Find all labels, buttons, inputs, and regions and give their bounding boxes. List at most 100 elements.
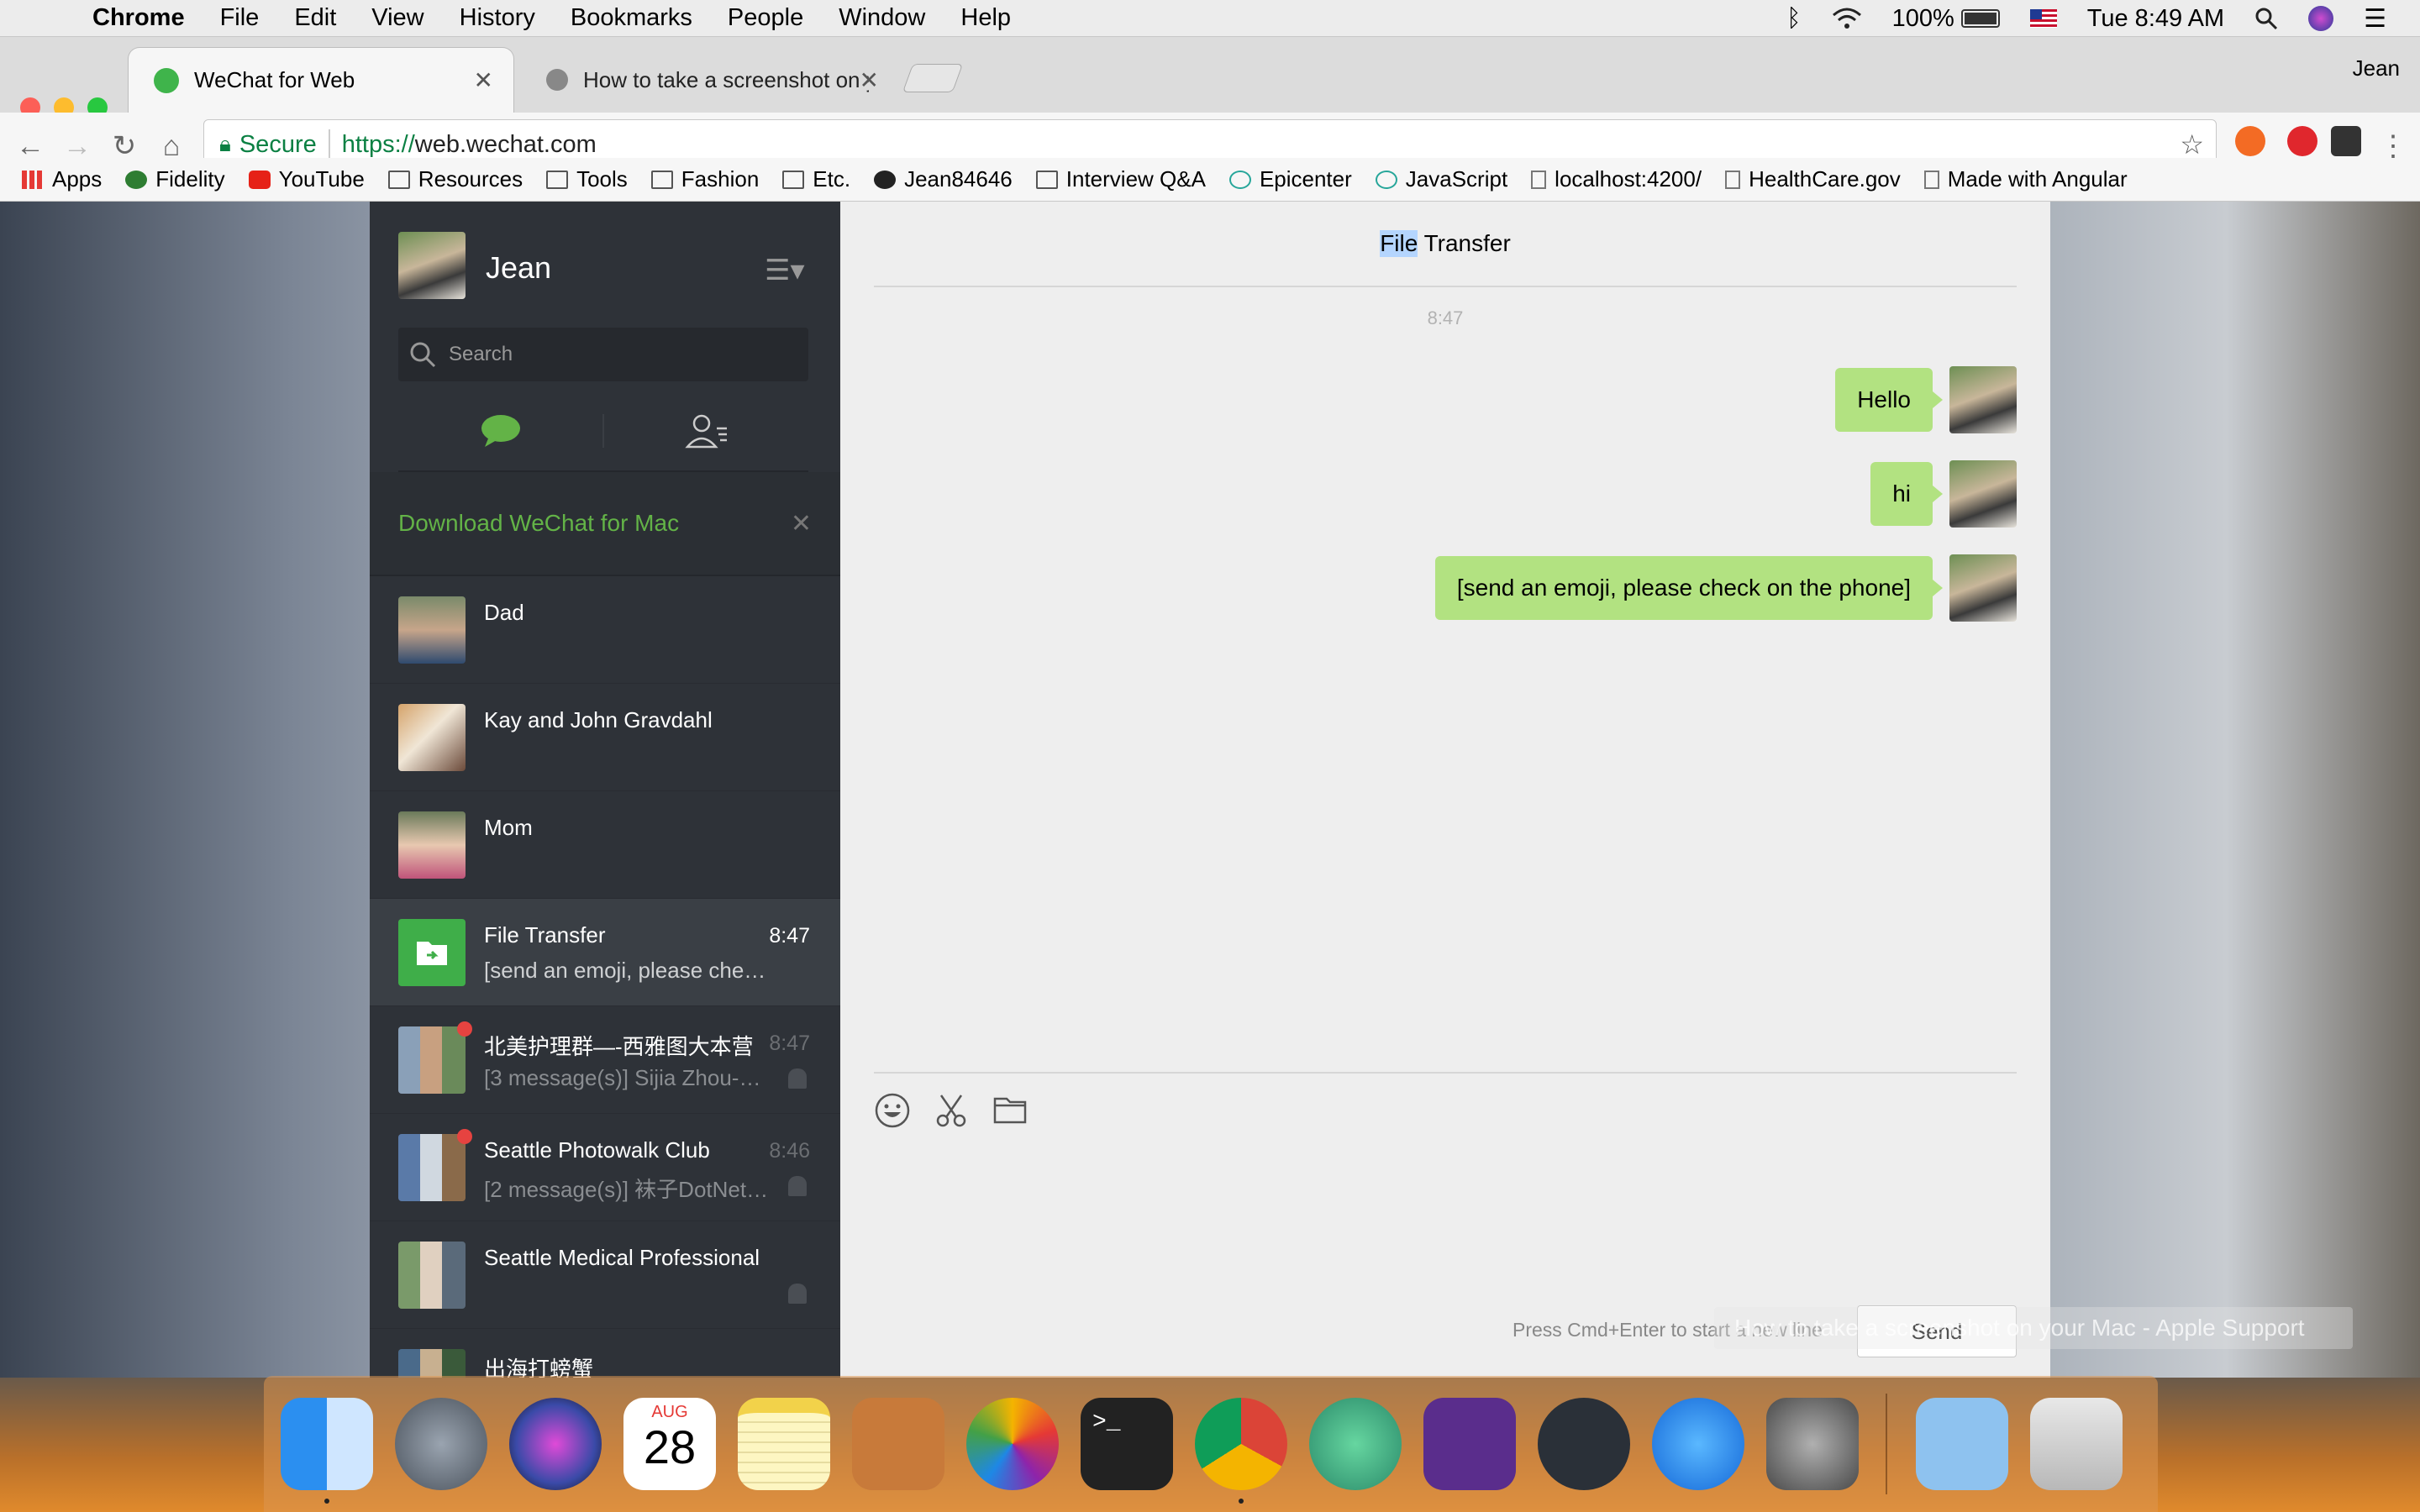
bookmark-epicenter[interactable]: Epicenter	[1228, 166, 1352, 192]
list-item[interactable]: 北美护理群—-西雅图大本营 [3 message(s)] Sijia Zhou-…	[370, 1006, 840, 1114]
menu-window[interactable]: Window	[839, 4, 925, 32]
trash-icon[interactable]	[2030, 1398, 2123, 1490]
battery-status[interactable]: 100%	[1892, 5, 2000, 33]
chat-name: 出海打螃蟹	[484, 1357, 594, 1378]
list-item[interactable]: Dad	[370, 576, 840, 684]
tab-contacts[interactable]	[604, 391, 808, 470]
youtube-icon	[248, 170, 271, 189]
bookmark-github[interactable]: Jean84646	[874, 166, 1013, 192]
menu-file[interactable]: File	[220, 4, 260, 32]
launchpad-icon[interactable]	[395, 1398, 487, 1490]
terminal-icon[interactable]: >_	[1081, 1398, 1173, 1490]
list-item[interactable]: Seattle Photowalk Club [2 message(s)] 袜子…	[370, 1114, 840, 1221]
chat-time: 8:47	[769, 1032, 810, 1055]
menu-view[interactable]: View	[371, 4, 424, 32]
message-timestamp: 8:47	[1427, 307, 1464, 328]
bluetooth-icon[interactable]: ᛒ	[1786, 5, 1801, 33]
search-placeholder: Search	[449, 343, 513, 365]
list-item[interactable]: Mom	[370, 791, 840, 899]
bookmark-tools[interactable]: Tools	[546, 166, 628, 192]
menu-clock[interactable]: Tue 8:49 AM	[2087, 5, 2224, 33]
close-tab-icon[interactable]: ✕	[860, 66, 879, 94]
message-row: hi	[1870, 460, 2017, 528]
download-banner[interactable]: Download WeChat for Mac ✕	[370, 472, 840, 576]
sequel-pro-icon[interactable]	[1538, 1398, 1630, 1490]
notification-center-icon[interactable]: ☰	[2364, 4, 2386, 34]
list-item[interactable]: File Transfer [send an emoji, please che…	[370, 899, 840, 1006]
bookmark-apps[interactable]: Apps	[22, 166, 102, 192]
spotlight-search-icon[interactable]	[2254, 7, 2278, 30]
bookmark-etc[interactable]: Etc.	[782, 166, 850, 192]
scissors-icon[interactable]	[933, 1092, 970, 1129]
bookmark-made-with-angular[interactable]: Made with Angular	[1923, 166, 2128, 192]
menu-history[interactable]: History	[460, 4, 535, 32]
extension-badge-icon[interactable]	[2331, 126, 2361, 156]
chat-preview: [send an emoji, please che…	[484, 958, 766, 983]
folder-icon[interactable]	[992, 1092, 1028, 1129]
avatar[interactable]	[398, 232, 466, 299]
downloads-folder-icon[interactable]	[1916, 1398, 2008, 1490]
menu-people[interactable]: People	[728, 4, 803, 32]
system-preferences-icon[interactable]	[1766, 1398, 1859, 1490]
chrome-icon[interactable]	[1195, 1398, 1287, 1504]
wifi-icon[interactable]	[1832, 7, 1862, 30]
epicenter-icon	[1228, 170, 1251, 189]
extension-fire-icon[interactable]	[2235, 126, 2265, 156]
bookmark-label: Fidelity	[155, 166, 225, 192]
folder-icon	[546, 170, 569, 189]
profile-name[interactable]: Jean	[2353, 55, 2400, 81]
avatar[interactable]	[1949, 460, 2017, 528]
siri-icon[interactable]	[509, 1398, 602, 1490]
list-item[interactable]: Seattle Medical Professional	[370, 1221, 840, 1329]
bookmark-youtube[interactable]: YouTube	[248, 166, 365, 192]
github-icon	[874, 170, 897, 189]
tab-wechat[interactable]: WeChat for Web ✕	[128, 47, 514, 113]
bookmark-star-icon[interactable]: ☆	[2180, 129, 2204, 160]
visual-studio-icon[interactable]	[1423, 1398, 1516, 1490]
chat-time: 8:47	[769, 924, 810, 948]
mute-bell-icon	[788, 1284, 807, 1304]
menu-bookmarks[interactable]: Bookmarks	[571, 4, 692, 32]
siri-icon[interactable]	[2308, 6, 2334, 31]
new-tab-button[interactable]	[902, 64, 964, 92]
message-bubble[interactable]: Hello	[1835, 368, 1943, 432]
app-store-icon[interactable]	[1652, 1398, 1744, 1490]
search-input[interactable]: Search	[398, 328, 808, 381]
message-bubble[interactable]: [send an emoji, please check on the phon…	[1434, 556, 1944, 620]
input-source-flag-icon[interactable]	[2029, 9, 2057, 28]
emoji-icon[interactable]	[874, 1092, 911, 1129]
calendar-icon[interactable]: AUG 28	[623, 1398, 716, 1490]
url-scheme: https://	[341, 130, 415, 158]
photos-icon[interactable]	[966, 1398, 1059, 1490]
close-tab-icon[interactable]: ✕	[474, 66, 493, 94]
list-item[interactable]: Kay and John Gravdahl	[370, 684, 840, 791]
bookmark-label: Etc.	[813, 166, 851, 192]
menu-edit[interactable]: Edit	[294, 4, 336, 32]
bookmark-healthcare[interactable]: HealthCare.gov	[1725, 166, 1901, 192]
tab-chats[interactable]	[398, 391, 602, 470]
calculator-icon[interactable]	[852, 1398, 944, 1490]
extension-opera-icon[interactable]	[2287, 126, 2317, 156]
avatar[interactable]	[1949, 554, 2017, 622]
unread-badge	[457, 1021, 472, 1037]
bookmark-fidelity[interactable]: Fidelity	[125, 166, 225, 192]
tab-apple-support[interactable]: How to take a screenshot on y ✕	[521, 47, 899, 113]
folder-icon	[1035, 170, 1058, 189]
bookmark-localhost[interactable]: localhost:4200/	[1531, 166, 1702, 192]
notes-icon[interactable]	[738, 1398, 830, 1490]
bookmark-resources[interactable]: Resources	[387, 166, 523, 192]
list-item[interactable]: 出海打螃蟹	[370, 1329, 840, 1378]
bookmark-javascript[interactable]: JavaScript	[1375, 166, 1507, 192]
menu-help[interactable]: Help	[960, 4, 1011, 32]
avatar[interactable]	[1949, 366, 2017, 433]
menu-app-name[interactable]: Chrome	[92, 4, 185, 32]
url-text: https://web.wechat.com	[342, 131, 597, 159]
finder-icon[interactable]	[281, 1398, 373, 1504]
close-icon[interactable]: ✕	[791, 509, 812, 538]
bookmark-fashion[interactable]: Fashion	[650, 166, 759, 192]
bookmark-interview[interactable]: Interview Q&A	[1035, 166, 1206, 192]
battery-icon	[1960, 9, 2000, 28]
message-bubble[interactable]: hi	[1870, 462, 1943, 526]
atom-icon[interactable]	[1309, 1398, 1402, 1490]
menu-icon[interactable]: ☰▾	[765, 254, 805, 286]
